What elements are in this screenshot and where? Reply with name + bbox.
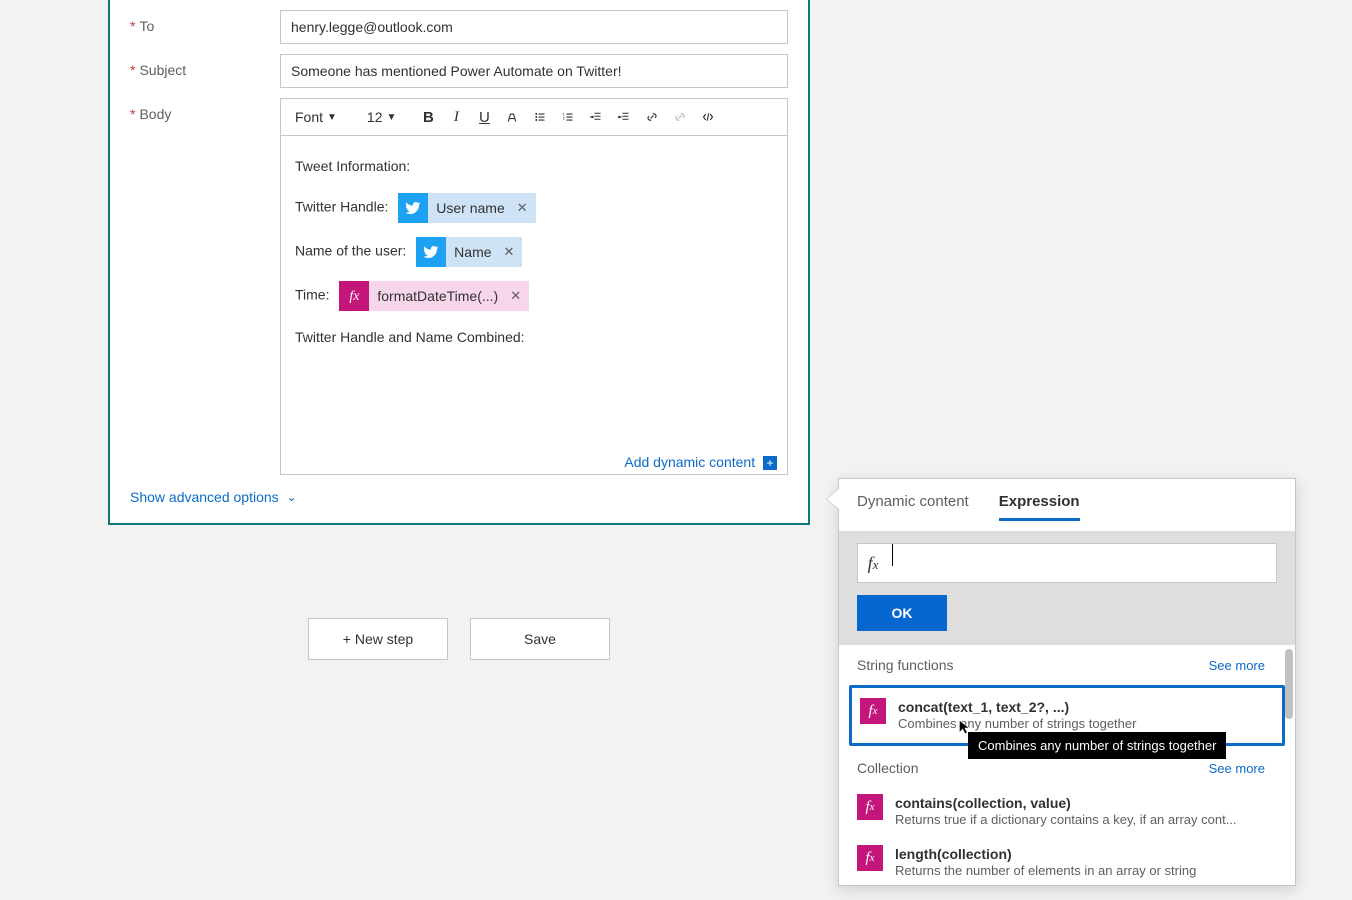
outdent-button[interactable] — [584, 105, 608, 129]
token-remove-icon[interactable]: ✕ — [510, 284, 521, 307]
twitter-icon — [398, 193, 428, 223]
see-more-link[interactable]: See more — [1209, 658, 1265, 673]
token-remove-icon[interactable]: ✕ — [504, 240, 515, 263]
tab-dynamic-content[interactable]: Dynamic content — [857, 493, 969, 521]
caret-down-icon: ▼ — [327, 112, 337, 123]
font-size-value: 12 — [367, 109, 383, 125]
label-subject: Subject — [130, 54, 280, 78]
body-label-handle: Twitter Handle: — [295, 199, 388, 215]
chevron-down-icon: ⌄ — [287, 490, 297, 504]
body-label-time: Time: — [295, 287, 329, 303]
fn-item-contains[interactable]: fx contains(collection, value) Returns t… — [839, 786, 1295, 837]
flow-bottom-actions: + New step Save — [108, 618, 810, 660]
rte-body[interactable]: Tweet Information: Twitter Handle: User … — [281, 136, 787, 446]
italic-button[interactable]: I — [444, 105, 468, 129]
fx-icon: fx — [339, 281, 369, 311]
fn-item-concat[interactable]: fx concat(text_1, text_2?, ...) Combines… — [849, 685, 1285, 746]
font-color-button[interactable] — [500, 105, 524, 129]
category-title: String functions — [857, 657, 954, 673]
row-to: To — [110, 0, 808, 44]
bullet-list-button[interactable] — [528, 105, 552, 129]
fn-description: Returns true if a dictionary contains a … — [895, 812, 1237, 829]
token-label: User name — [436, 196, 504, 221]
expression-input[interactable] — [888, 544, 1276, 582]
token-label: formatDateTime(...) — [377, 284, 498, 309]
new-step-button[interactable]: + New step — [308, 618, 448, 660]
body-label-name: Name of the user: — [295, 243, 406, 259]
fx-icon: fx — [857, 794, 883, 820]
rte-toolbar: Font ▼ 12 ▼ B I U — [281, 99, 787, 136]
expression-input-area: fx OK — [839, 531, 1295, 645]
expression-panel: Dynamic content Expression fx OK String … — [838, 478, 1296, 886]
token-remove-icon[interactable]: ✕ — [517, 196, 528, 219]
advanced-options-label: Show advanced options — [130, 489, 279, 505]
token-name[interactable]: Name ✕ — [416, 237, 522, 267]
category-title: Collection — [857, 760, 918, 776]
add-dynamic-content-label: Add dynamic content — [624, 454, 755, 470]
ok-button[interactable]: OK — [857, 595, 947, 631]
fx-icon: fx — [858, 553, 888, 574]
bold-button[interactable]: B — [416, 105, 440, 129]
row-subject: Subject — [110, 44, 808, 88]
fx-icon: fx — [860, 698, 886, 724]
save-button[interactable]: Save — [470, 618, 610, 660]
token-formatdatetime[interactable]: fx formatDateTime(...) ✕ — [339, 281, 529, 311]
email-action-card: To Subject Body Font ▼ 12 — [108, 0, 810, 525]
body-line-tweet-info: Tweet Information: — [295, 154, 773, 179]
fn-signature: length(collection) — [895, 845, 1196, 863]
fn-tooltip: Combines any number of strings together — [968, 732, 1226, 759]
label-to: To — [130, 10, 280, 34]
rich-text-editor: Font ▼ 12 ▼ B I U — [280, 98, 788, 475]
token-user-name[interactable]: User name ✕ — [398, 193, 535, 223]
link-button[interactable] — [640, 105, 664, 129]
fx-icon: fx — [857, 845, 883, 871]
caret-down-icon: ▼ — [387, 112, 397, 123]
add-dynamic-content-link[interactable]: Add dynamic content + — [624, 454, 777, 470]
fn-signature: concat(text_1, text_2?, ...) — [898, 698, 1136, 716]
callout-arrow-icon — [827, 489, 839, 509]
code-view-button[interactable] — [696, 105, 720, 129]
panel-tabs: Dynamic content Expression — [839, 479, 1295, 531]
numbered-list-button[interactable]: 12 — [556, 105, 580, 129]
function-list: String functions See more fx concat(text… — [839, 645, 1295, 885]
label-body: Body — [130, 98, 280, 122]
fn-signature: contains(collection, value) — [895, 794, 1237, 812]
indent-button[interactable] — [612, 105, 636, 129]
underline-button[interactable]: U — [472, 105, 496, 129]
twitter-icon — [416, 237, 446, 267]
row-body: Body Font ▼ 12 ▼ B I U — [110, 88, 808, 475]
category-string-functions: String functions See more — [839, 645, 1295, 683]
show-advanced-options[interactable]: Show advanced options ⌄ — [110, 475, 808, 505]
fn-description: Combines any number of strings together — [898, 716, 1136, 733]
font-family-label: Font — [295, 109, 323, 125]
plus-icon: + — [763, 456, 777, 470]
to-input[interactable] — [280, 10, 788, 44]
subject-input[interactable] — [280, 54, 788, 88]
fn-item-length[interactable]: fx length(collection) Returns the number… — [839, 837, 1295, 885]
tab-expression[interactable]: Expression — [999, 493, 1080, 521]
unlink-button[interactable] — [668, 105, 692, 129]
font-family-select[interactable]: Font ▼ — [289, 107, 343, 127]
see-more-link[interactable]: See more — [1209, 761, 1265, 776]
expression-input-wrap[interactable]: fx — [857, 543, 1277, 583]
svg-text:2: 2 — [563, 116, 565, 120]
fn-description: Returns the number of elements in an arr… — [895, 863, 1196, 880]
body-label-combined: Twitter Handle and Name Combined: — [295, 325, 773, 350]
function-list-scrollbar[interactable] — [1283, 645, 1293, 885]
scrollbar-thumb[interactable] — [1285, 649, 1293, 719]
font-size-select[interactable]: 12 ▼ — [361, 107, 402, 127]
token-label: Name — [454, 240, 491, 265]
